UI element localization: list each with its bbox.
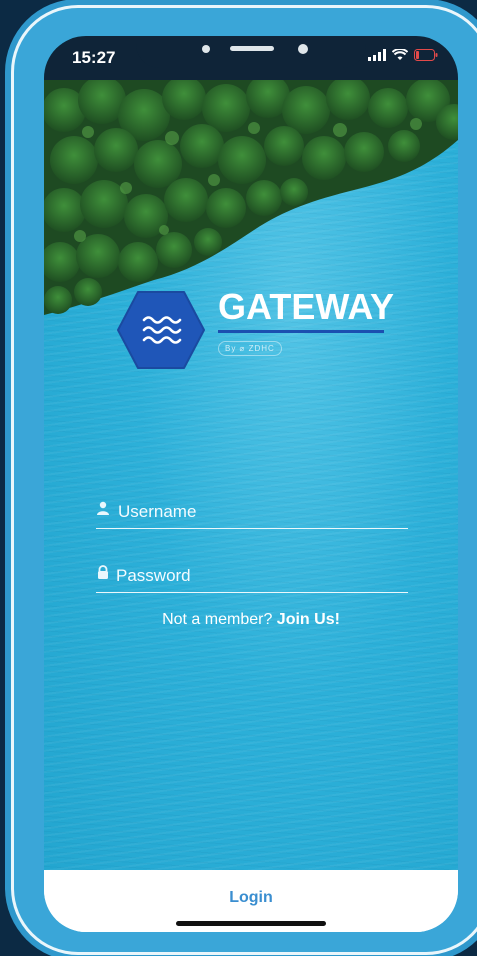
status-time: 15:27 <box>72 48 116 67</box>
lock-icon <box>96 565 110 584</box>
status-icons <box>368 48 438 66</box>
brand-block: GATEWAY By ⌀ ZDHC <box>218 286 394 356</box>
home-indicator <box>176 921 326 926</box>
login-bar: Login <box>44 870 458 932</box>
camera-dot <box>298 44 308 54</box>
app-screen: 15:27 GATEWAY By ⌀ ZDHC Username Not a m… <box>44 36 458 932</box>
battery-icon <box>414 48 438 66</box>
gateway-logo <box>116 290 206 375</box>
username-input[interactable] <box>118 502 398 522</box>
forest-shoreline <box>44 80 458 315</box>
notch <box>136 36 366 68</box>
join-prompt: Not a member? Join Us! <box>44 611 458 629</box>
signal-icon <box>368 48 386 66</box>
password-input[interactable] <box>116 566 396 586</box>
speaker-grille <box>230 46 274 51</box>
password-field[interactable] <box>96 556 408 593</box>
brand-name: GATEWAY <box>218 286 395 327</box>
username-field[interactable] <box>96 492 408 529</box>
join-us-link[interactable]: Join Us! <box>277 611 340 628</box>
sensor-dot <box>202 45 210 53</box>
brand-tagline: By ⌀ ZDHC <box>218 341 282 356</box>
brand-underline <box>218 330 384 333</box>
join-prompt-text: Not a member? <box>162 611 277 628</box>
user-icon <box>96 501 110 520</box>
wifi-icon <box>391 48 409 66</box>
